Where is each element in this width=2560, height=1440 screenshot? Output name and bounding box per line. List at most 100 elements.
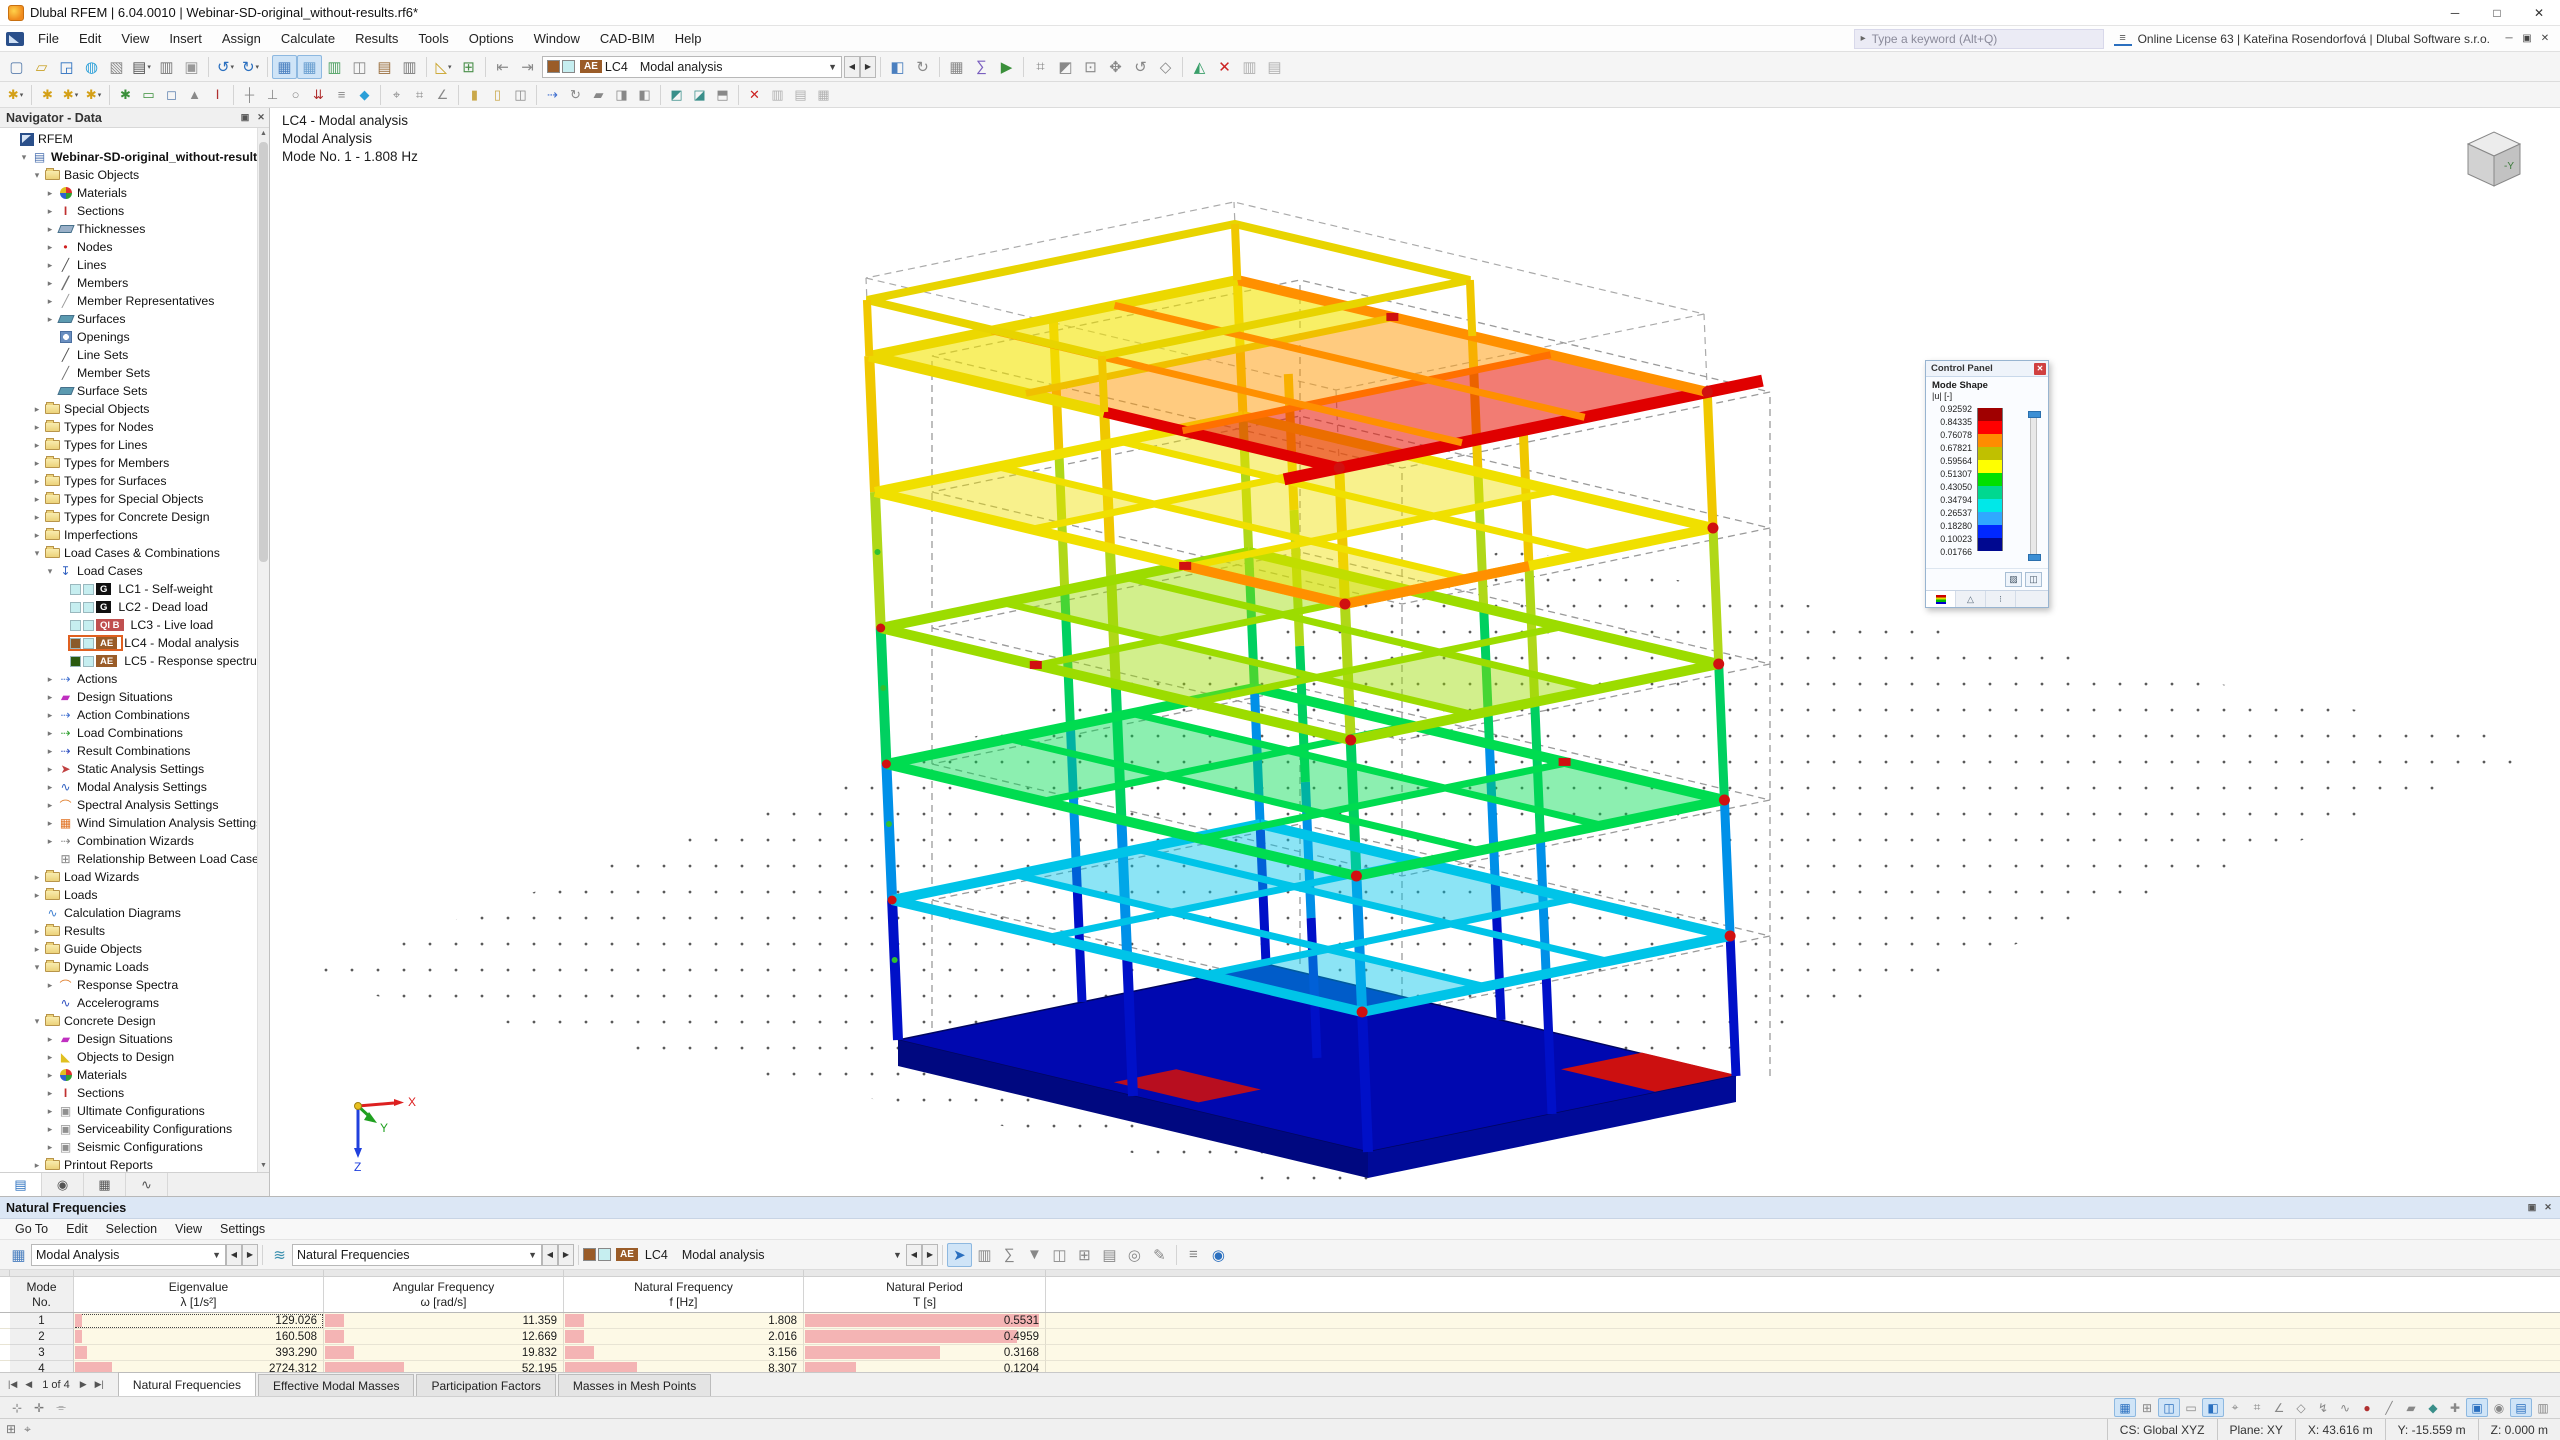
tb2-new-opening-icon[interactable]: ◻	[160, 84, 183, 105]
tb1-show-results-icon[interactable]: ◧	[885, 55, 910, 79]
tb1-dock-tables-icon[interactable]: ⇥	[515, 55, 540, 79]
tree-expand-icon[interactable]: ▸	[43, 188, 57, 199]
cell-natural-period[interactable]: 0.3168	[804, 1345, 1046, 1361]
tree-item-member-representatives[interactable]: ▸ ╱ Member Representatives	[0, 292, 257, 310]
scale-range-slider[interactable]	[2028, 411, 2041, 561]
tb1-render-image-icon[interactable]: ▧	[104, 55, 129, 79]
tree-item-design-situations[interactable]: ▸ ▰ Design Situations	[0, 1030, 257, 1048]
tb1-table-export-icon[interactable]: ◫	[347, 55, 372, 79]
row-header-mode[interactable]: 3	[10, 1345, 74, 1361]
scale-color-block[interactable]	[1977, 538, 2003, 551]
tree-expand-icon[interactable]: ▸	[30, 944, 44, 955]
model-3d-view[interactable]: X Y Z	[270, 108, 2560, 1196]
tb1-table-results-icon[interactable]: ▥	[322, 55, 347, 79]
navigator-tab-results[interactable]: ∿	[126, 1173, 168, 1196]
table-panel-close-icon[interactable]: ✕	[2540, 1200, 2556, 1216]
tb1-online-services-icon[interactable]: ◍	[79, 55, 104, 79]
tree-item-types-for-lines[interactable]: ▸ Types for Lines	[0, 436, 257, 454]
navigator-tab-display[interactable]: ◉	[42, 1173, 84, 1196]
tree-item-surface-sets[interactable]: Surface Sets	[0, 382, 257, 400]
row-header-mode[interactable]: 4	[10, 1361, 74, 1372]
tree-expand-icon[interactable]: ▾	[30, 962, 44, 973]
tree-expand-icon[interactable]: ▸	[43, 980, 57, 991]
lb-panel-toggle-icon[interactable]: ◫	[2158, 1398, 2180, 1417]
pager-first-button[interactable]: |◀	[4, 1379, 21, 1390]
tree-item-lines[interactable]: ▸ ╱ Lines	[0, 256, 257, 274]
tree-item-guide-objects[interactable]: ▸ Guide Objects	[0, 940, 257, 958]
tree-item-wind-simulation-analysis-settings[interactable]: ▸ ▦ Wind Simulation Analysis Settings	[0, 814, 257, 832]
tb2-dimensions-icon[interactable]: ┼	[238, 84, 261, 105]
tree-item-basic-objects[interactable]: ▾ Basic Objects	[0, 166, 257, 184]
menu-options[interactable]: Options	[459, 26, 524, 51]
menu-view[interactable]: View	[111, 26, 159, 51]
tabletb-print-table-icon[interactable]: ▤	[1097, 1243, 1122, 1267]
tabletb-export-table-icon[interactable]: ⊞	[1072, 1243, 1097, 1267]
tree-item-rfem[interactable]: RFEM	[0, 130, 257, 148]
tb2-visibility-user-icon[interactable]: ◩	[665, 84, 688, 105]
table-tab-participation-factors[interactable]: Participation Factors	[416, 1374, 556, 1396]
tb1-print-icon[interactable]: ▤ ▾	[129, 55, 154, 79]
tree-expand-icon[interactable]: ▸	[30, 404, 44, 415]
tree-expand-icon[interactable]: ▾	[30, 1016, 44, 1027]
tree-item-materials[interactable]: ▸ Materials	[0, 184, 257, 202]
tree-expand-icon[interactable]: ▸	[43, 674, 57, 685]
lb-legend-toggle-icon[interactable]: ▤	[2510, 1398, 2532, 1417]
scroll-down-icon[interactable]: ▼	[258, 1160, 269, 1172]
menu-help[interactable]: Help	[665, 26, 712, 51]
table-tab-effective-modal-masses[interactable]: Effective Modal Masses	[257, 1374, 415, 1396]
tree-expand-icon[interactable]: ▾	[30, 170, 44, 181]
navigator-tab-views[interactable]: ▦	[84, 1173, 126, 1196]
navigator-close-icon[interactable]: ✕	[253, 110, 269, 126]
tree-expand-icon[interactable]: ▸	[43, 1142, 57, 1153]
tree-item-materials[interactable]: ▸ Materials	[0, 1066, 257, 1084]
tree-item-accelerograms[interactable]: ∿ Accelerograms	[0, 994, 257, 1012]
menu-file[interactable]: File	[28, 26, 69, 51]
tree-expand-icon[interactable]: ▸	[30, 458, 44, 469]
tree-item-loads[interactable]: ▸ Loads	[0, 886, 257, 904]
pager-next-button[interactable]: ▶	[76, 1379, 91, 1390]
slider-handle-top[interactable]	[2028, 411, 2041, 418]
prev-table-button[interactable]: ◀	[542, 1243, 558, 1266]
model-viewport[interactable]: X Y Z LC4 - Modal analysis Modal Analysis …	[270, 108, 2560, 1196]
tree-expand-icon[interactable]: ▸	[43, 782, 57, 793]
tb1-zoom-window-icon[interactable]: ⊡	[1078, 55, 1103, 79]
tb1-clipboard-icon[interactable]: ▣	[179, 55, 204, 79]
scale-color-block[interactable]	[1977, 512, 2003, 525]
view-orientation-cube[interactable]: -Y	[2454, 120, 2532, 198]
tree-expand-icon[interactable]: ▾	[17, 152, 31, 163]
navigator-scrollbar[interactable]: ▲ ▼	[257, 128, 269, 1172]
slider-handle-bottom[interactable]	[2028, 554, 2041, 561]
tb1-table-script-icon[interactable]: ▤	[372, 55, 397, 79]
scroll-up-icon[interactable]: ▲	[258, 128, 269, 140]
lb-align-tools-icon[interactable]: ⌯	[50, 1398, 72, 1417]
tree-item-special-objects[interactable]: ▸ Special Objects	[0, 400, 257, 418]
tree-expand-icon[interactable]: ▸	[43, 1052, 57, 1063]
tree-expand-icon[interactable]: ▾	[30, 548, 44, 559]
lb-object-snap-icon[interactable]: ⌖	[2224, 1398, 2246, 1417]
tree-expand-icon[interactable]: ▸	[43, 710, 57, 721]
scale-color-block[interactable]	[1977, 499, 2003, 512]
tb1-open-model-icon[interactable]: ▱	[29, 55, 54, 79]
tree-item-spectral-analysis-settings[interactable]: ▸ ⌒ Spectral Analysis Settings	[0, 796, 257, 814]
lb-member-visibility-icon[interactable]: ▰	[2400, 1398, 2422, 1417]
tb2-new-support-icon[interactable]: ▲	[183, 84, 206, 105]
tb1-inactive-tool-b-icon[interactable]: ▤	[1262, 55, 1287, 79]
menu-tools[interactable]: Tools	[408, 26, 458, 51]
tb2-inactive-a-icon[interactable]: ▥	[766, 84, 789, 105]
tb2-work-plane-xy-icon[interactable]: ▯	[486, 84, 509, 105]
scale-color-block[interactable]	[1977, 447, 2003, 460]
tree-item-types-for-members[interactable]: ▸ Types for Members	[0, 454, 257, 472]
tree-item-results[interactable]: ▸ Results	[0, 922, 257, 940]
tb2-inactive-b-icon[interactable]: ▤	[789, 84, 812, 105]
mdi-minimize-icon[interactable]: ─	[2500, 30, 2518, 48]
tree-expand-icon[interactable]: ▸	[43, 692, 57, 703]
cell-eigenvalue[interactable]: 129.026	[74, 1313, 324, 1329]
tree-expand-icon[interactable]: ▸	[43, 764, 57, 775]
lb-isometric-icon[interactable]: ◇	[2290, 1398, 2312, 1417]
tabletb-column-settings-icon[interactable]: ▥	[972, 1243, 997, 1267]
lb-move-widget-icon[interactable]: ✛	[28, 1398, 50, 1417]
tb1-calculate-icon[interactable]: ▶	[994, 55, 1019, 79]
tb1-add-object-icon[interactable]: ⊞	[456, 55, 481, 79]
mdi-restore-icon[interactable]: ▣	[2518, 30, 2536, 48]
mdi-close-icon[interactable]: ✕	[2536, 30, 2554, 48]
